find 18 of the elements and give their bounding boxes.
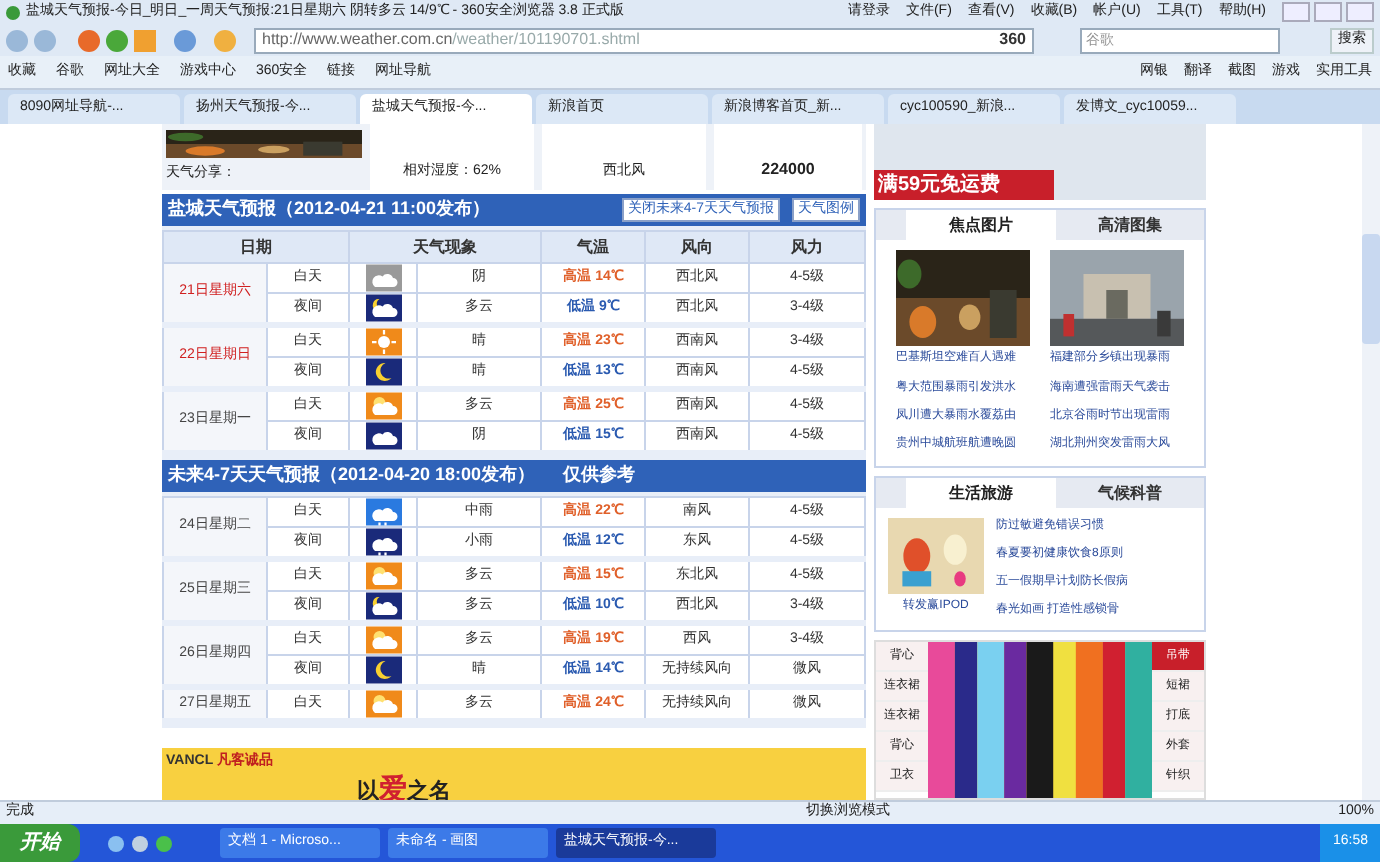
column-header: 天气现象: [349, 231, 541, 263]
forecast-title: 盐城天气预报（2012-04-21 11:00发布）: [168, 196, 491, 223]
address-field[interactable]: http://www.weather.com.cn/weather/101190701.shtml 360: [254, 27, 1034, 53]
promo-banner: 满59元免运费: [874, 124, 1206, 200]
scrollbar[interactable]: [1362, 124, 1380, 800]
box-tab[interactable]: 焦点图片: [906, 210, 1055, 240]
column-header: 日期: [163, 231, 349, 263]
count-panel: 224000: [714, 124, 862, 190]
maximize-button[interactable]: [1314, 2, 1342, 22]
weather-icon: [365, 358, 401, 386]
start-button[interactable]: 开始: [0, 824, 80, 862]
weather-icon: [365, 656, 401, 684]
box-tab[interactable]: 生活旅游: [906, 478, 1055, 508]
brand-label: 360: [999, 28, 1026, 52]
close-button[interactable]: [1346, 2, 1374, 22]
forecast-title: 未来4-7天天气预报（2012-04-20 18:00发布）: [168, 462, 536, 489]
forecast-note: 仅供参考: [563, 462, 636, 489]
minimize-button[interactable]: [1282, 2, 1310, 22]
